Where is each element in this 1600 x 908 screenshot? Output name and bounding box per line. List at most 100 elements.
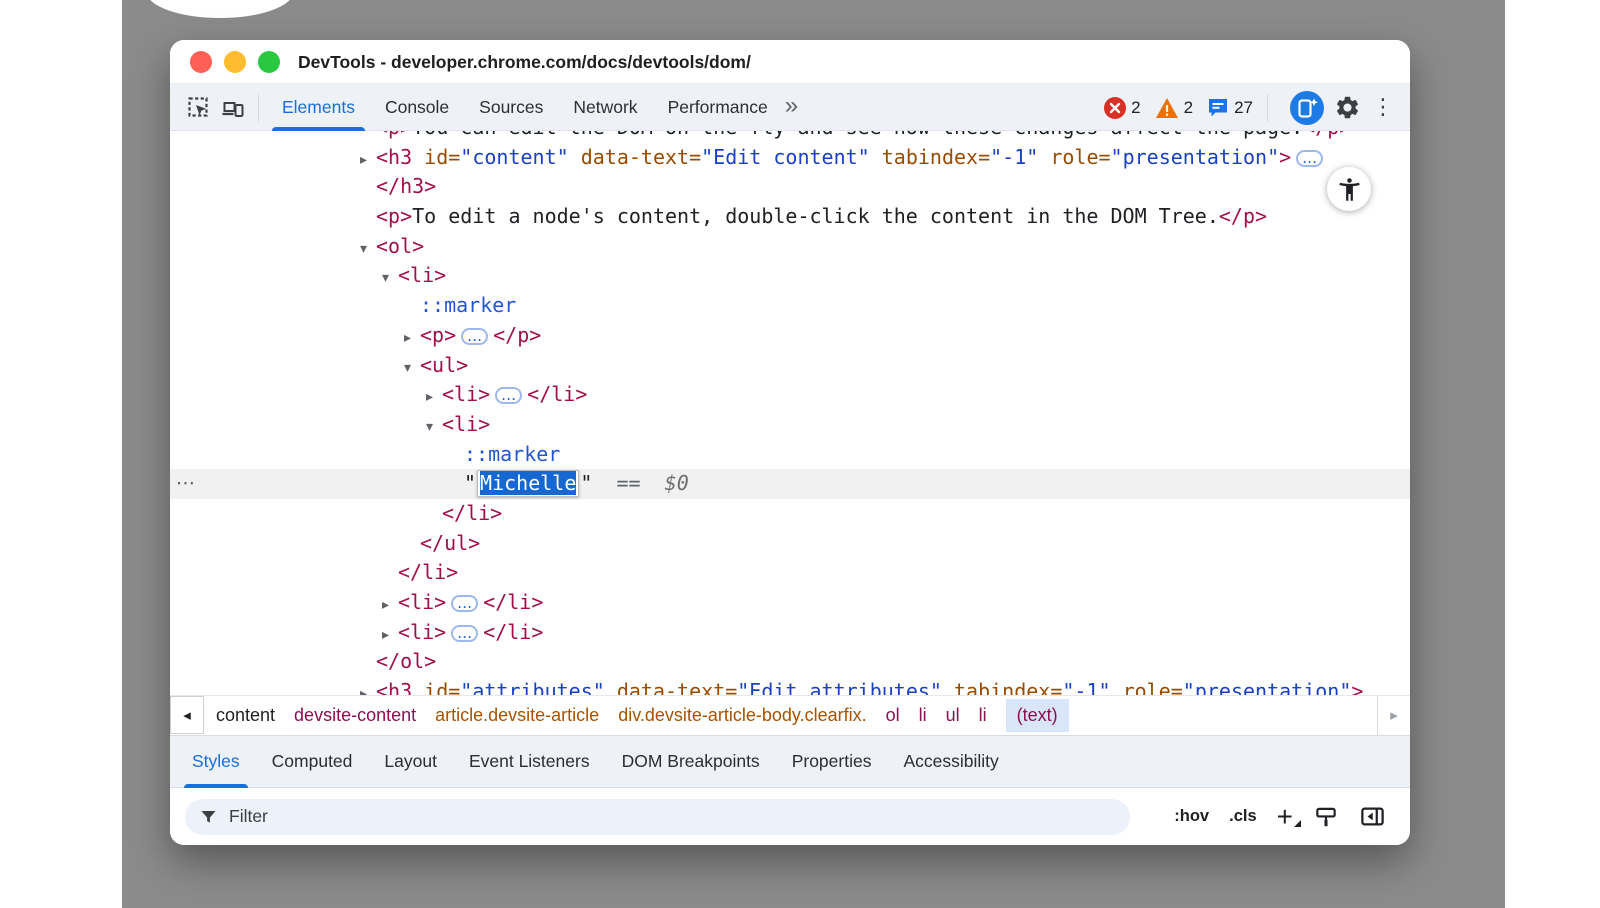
dom-tree-row[interactable]: ▸<li>…</li> (170, 588, 1410, 618)
inline-edit-box[interactable]: Michelle (477, 470, 579, 497)
tab-network[interactable]: Network (558, 84, 652, 131)
breadcrumb-item[interactable]: ol (886, 705, 900, 726)
devtools-window: DevTools - developer.chrome.com/docs/dev… (170, 40, 1410, 845)
expand-arrow-icon[interactable]: ▸ (404, 324, 420, 354)
breadcrumb-item[interactable]: li (919, 705, 927, 726)
tab-computed[interactable]: Computed (256, 735, 369, 788)
tab-layout[interactable]: Layout (368, 735, 453, 788)
collapse-arrow-icon[interactable]: ▾ (360, 235, 376, 265)
dom-tree-row[interactable]: ▸<li>…</li> (170, 618, 1410, 648)
accessibility-person-icon (1336, 176, 1363, 203)
inline-expand-button[interactable]: … (495, 387, 522, 404)
dom-tree-row[interactable]: ▾<ol> (170, 232, 1410, 262)
expand-arrow-icon[interactable]: ▸ (360, 680, 376, 695)
tab-event-listeners[interactable]: Event Listeners (453, 735, 606, 788)
dom-tree-row[interactable]: </ol> (170, 647, 1410, 677)
inline-expand-button[interactable]: … (461, 328, 488, 345)
toggle-hov[interactable]: :hov (1174, 807, 1209, 826)
overflow-menu-button[interactable]: ⋮ (1372, 95, 1394, 120)
accessibility-overlay-button[interactable] (1327, 167, 1371, 211)
dom-tree-row[interactable]: ▸<h3 id="content" data-text="Edit conten… (170, 143, 1410, 173)
breadcrumb-item[interactable]: ul (946, 705, 960, 726)
dom-tree-row[interactable]: <p>To edit a node's content, double-clic… (170, 202, 1410, 232)
dom-tree-row[interactable]: ▸<p>…</p> (170, 321, 1410, 351)
breadcrumb-item[interactable]: (text) (1006, 699, 1069, 732)
breadcrumb-item[interactable]: devsite-content (294, 705, 416, 726)
toggle-sidebar-icon[interactable] (1359, 803, 1386, 830)
toggle-cls[interactable]: .cls (1229, 807, 1257, 826)
dom-tree-row[interactable]: </h3> (170, 172, 1410, 202)
expand-arrow-icon[interactable]: ▸ (426, 383, 442, 413)
ai-device-button[interactable] (1290, 91, 1324, 125)
close-window-button[interactable] (190, 51, 212, 73)
dom-tree-row[interactable]: ▾<li> (170, 410, 1410, 440)
breadcrumb-item[interactable]: li (979, 705, 987, 726)
toolbar-divider (1267, 94, 1268, 122)
breadcrumb-item[interactable]: div.devsite-article-body.clearfix. (618, 705, 866, 726)
inline-expand-button[interactable]: … (451, 595, 478, 612)
syntax-tag: </li> (483, 620, 543, 644)
dom-tree-row[interactable]: ::marker (170, 440, 1410, 470)
dom-tree-row[interactable]: </li> (170, 499, 1410, 529)
syntax-attr: id= (412, 145, 460, 169)
syntax-tag: </p> (493, 323, 541, 347)
inspect-element-button[interactable] (182, 91, 216, 125)
inline-expand-button[interactable]: … (451, 625, 478, 642)
collapse-arrow-icon[interactable]: ▾ (382, 264, 398, 294)
collapse-arrow-icon[interactable]: ▾ (404, 354, 420, 384)
more-tabs-button[interactable]: » (785, 92, 798, 120)
devtools-toolbar: ElementsConsoleSourcesNetworkPerformance… (170, 84, 1410, 131)
new-style-rule-button[interactable]: + (1277, 807, 1293, 827)
paint-roller-icon[interactable] (1313, 804, 1339, 830)
device-toolbar-button[interactable] (216, 91, 250, 125)
tab-dom-breakpoints[interactable]: DOM Breakpoints (606, 735, 776, 788)
expand-arrow-icon[interactable]: ▸ (382, 591, 398, 621)
tab-sources[interactable]: Sources (464, 84, 558, 131)
overflow-dots-icon[interactable]: ⋯ (176, 469, 196, 499)
dom-tree-row[interactable]: <p>You can edit the DOM on the fly and s… (170, 131, 1410, 143)
minimize-window-button[interactable] (224, 51, 246, 73)
tab-properties[interactable]: Properties (776, 735, 888, 788)
maximize-window-button[interactable] (258, 51, 280, 73)
syntax-tag: </ul> (420, 531, 480, 555)
inline-expand-button[interactable]: … (1296, 150, 1323, 167)
styles-pane-controls: :hov .cls + (1174, 803, 1386, 830)
syntax-text: You can edit the DOM on the fly and see … (412, 131, 1303, 139)
settings-gear-button[interactable] (1330, 91, 1364, 125)
syntax-quote: " (464, 471, 476, 495)
dom-tree-row[interactable]: </ul> (170, 529, 1410, 559)
syntax-attr: id= (412, 679, 460, 695)
breadcrumb-item[interactable]: content (216, 705, 275, 726)
breadcrumb-item[interactable]: article.devsite-article (435, 705, 599, 726)
panel-tab-strip: ElementsConsoleSourcesNetworkPerformance (267, 84, 783, 131)
breadcrumb-back-button[interactable]: ◂ (170, 696, 204, 734)
dom-tree-row[interactable]: ⋯"Michelle" == $0 (170, 469, 1410, 499)
tab-elements[interactable]: Elements (267, 84, 370, 131)
tab-performance[interactable]: Performance (653, 84, 783, 131)
message-count: 27 (1234, 98, 1253, 118)
filter-input[interactable]: Filter (185, 799, 1130, 835)
syntax-tag: > (1279, 145, 1291, 169)
error-badge[interactable]: 2 (1104, 97, 1140, 119)
tab-console[interactable]: Console (370, 84, 464, 131)
breadcrumb: ◂ content devsite-content article.devsite-… (170, 695, 1410, 735)
dom-tree-row[interactable]: </li> (170, 558, 1410, 588)
dom-tree-row[interactable]: ▸<h3 id="attributes" data-text="Edit att… (170, 677, 1410, 695)
dom-tree-row[interactable]: ▸<li>…</li> (170, 380, 1410, 410)
dom-tree-row[interactable]: ::marker (170, 291, 1410, 321)
tab-styles[interactable]: Styles (176, 735, 256, 788)
dom-tree-row[interactable]: ▾<li> (170, 261, 1410, 291)
tab-accessibility[interactable]: Accessibility (887, 735, 1014, 788)
traffic-lights (190, 51, 280, 73)
expand-arrow-icon[interactable]: ▸ (382, 621, 398, 651)
syntax-tag: <li> (398, 263, 446, 287)
syntax-val: "presentation" (1183, 679, 1352, 695)
dom-tree-row[interactable]: ▾<ul> (170, 351, 1410, 381)
warning-badge[interactable]: 2 (1155, 97, 1193, 119)
syntax-text: To edit a node's content, double-click t… (412, 204, 1219, 228)
breadcrumb-forward-button[interactable]: ▸ (1377, 695, 1410, 735)
collapse-arrow-icon[interactable]: ▾ (426, 413, 442, 443)
syntax-attr: data-text= (569, 145, 701, 169)
messages-badge[interactable]: 27 (1207, 97, 1253, 119)
expand-arrow-icon[interactable]: ▸ (360, 146, 376, 176)
